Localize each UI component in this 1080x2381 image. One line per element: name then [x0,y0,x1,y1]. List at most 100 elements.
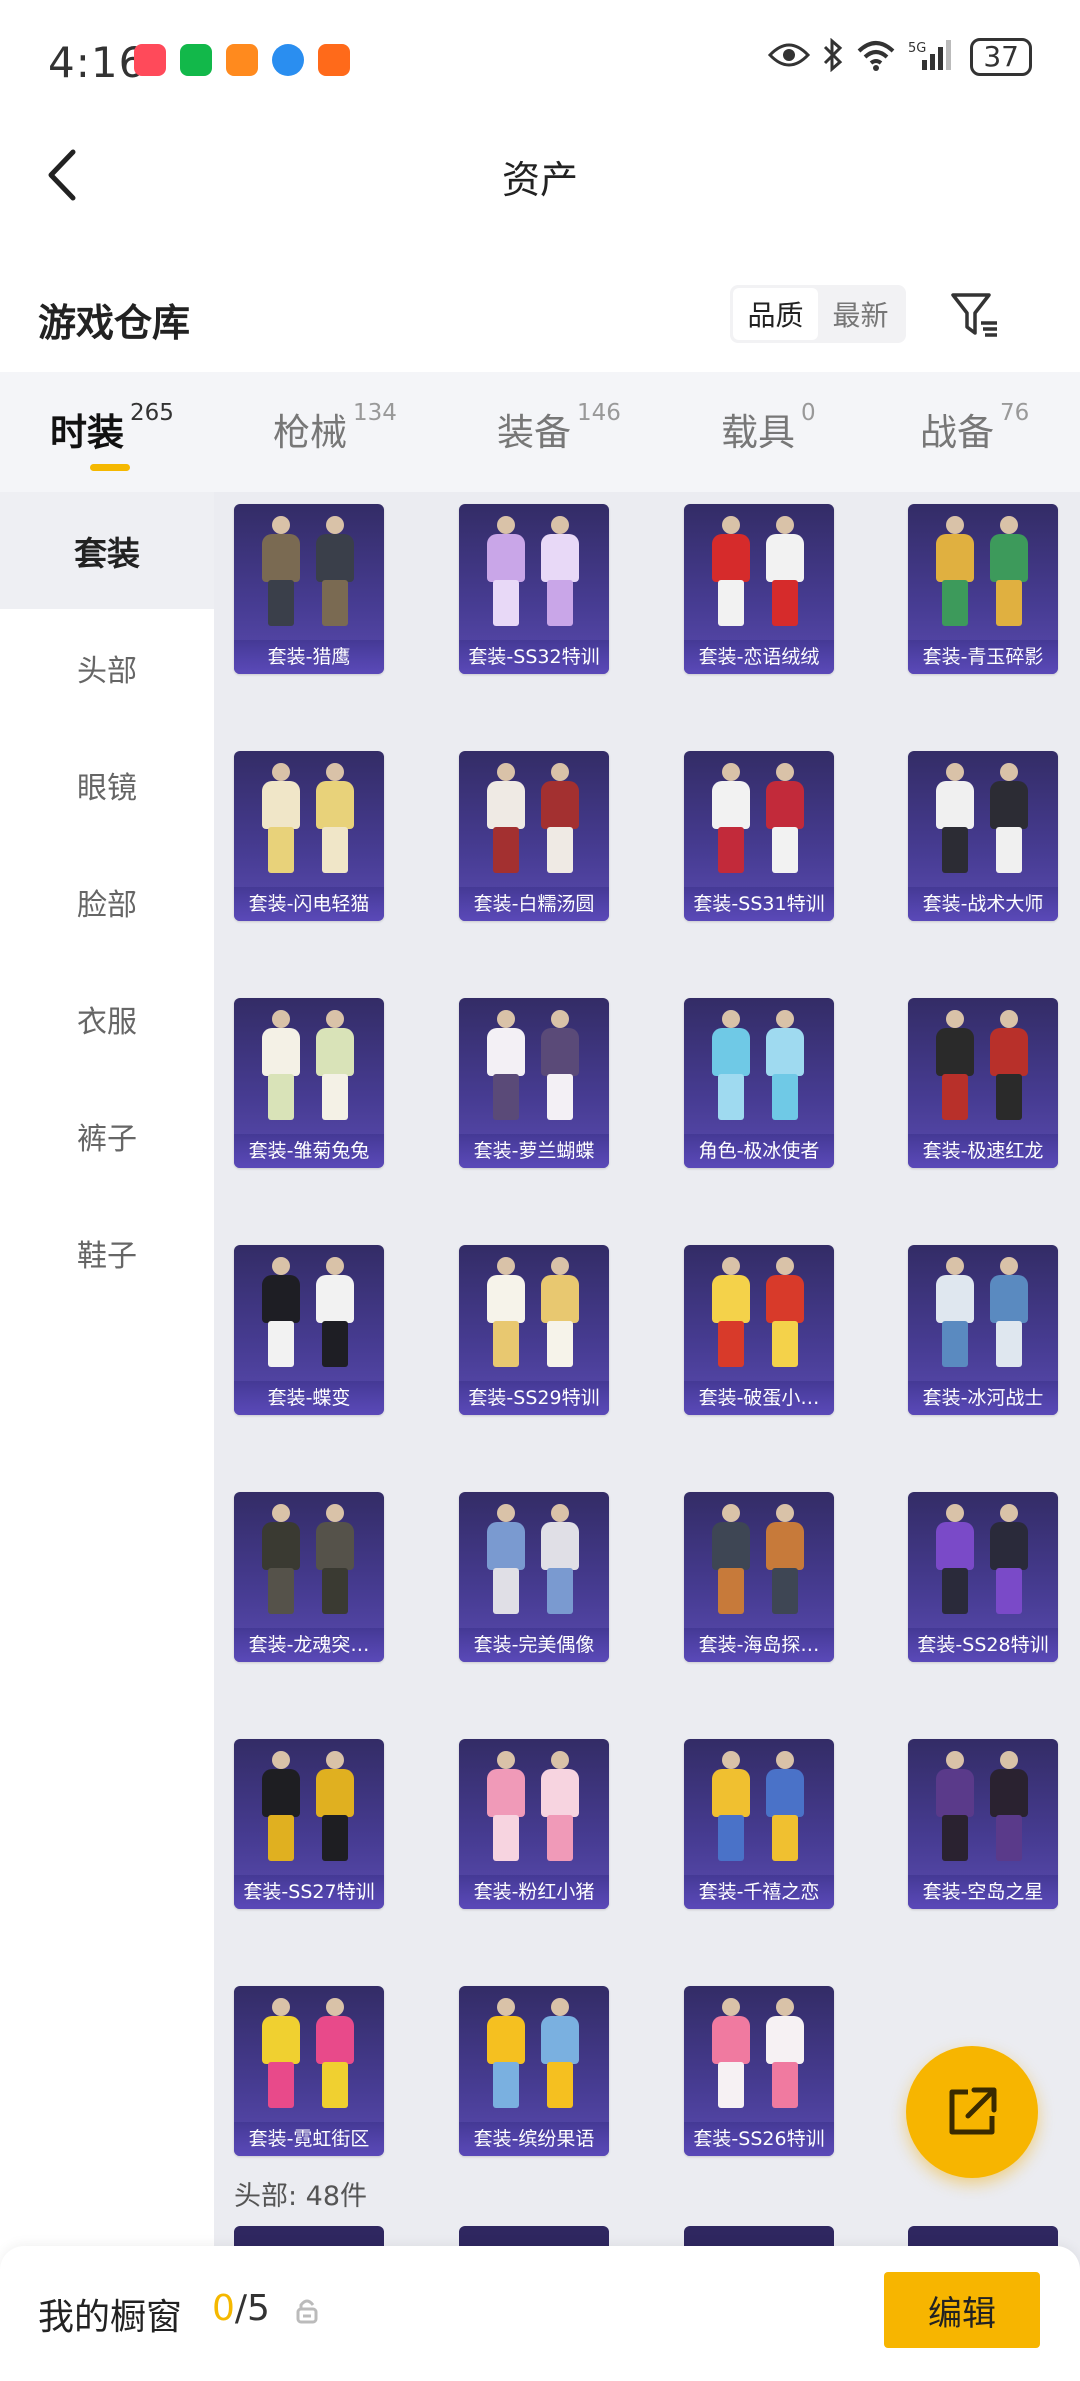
sidebar-item-head[interactable]: 头部 [0,609,214,726]
figure-legs [718,2062,744,2108]
item-card[interactable]: 套装-白糯汤圆 [459,751,609,921]
figure-legs [268,2062,294,2108]
item-card-peek[interactable] [684,2226,834,2246]
filter-button[interactable] [944,284,1006,346]
item-label: 套装-雏菊兔兔 [234,1134,384,1168]
figure-body [262,534,300,582]
figure-head [497,1504,515,1522]
item-card[interactable]: 套装-破蛋小… [684,1245,834,1415]
figure-legs [996,1074,1022,1120]
sort-toggle: 品质 最新 [730,285,906,343]
outfit-figure [986,1751,1032,1863]
figure-head [776,1010,794,1028]
item-card[interactable]: 角色-极冰使者 [684,998,834,1168]
section-title: 游戏仓库 [38,301,191,345]
outfit-figure [258,1504,304,1616]
item-card[interactable]: 套装-龙魂突… [234,1492,384,1662]
sidebar-item-pants[interactable]: 裤子 [0,1077,214,1194]
outfit-figure [537,1257,583,1369]
status-time: 4:16 [48,38,147,87]
figure-head [1000,1010,1018,1028]
tab-equipment[interactable]: 装备 146 [497,400,621,456]
figure-body [541,1275,579,1323]
item-card[interactable]: 套装-完美偶像 [459,1492,609,1662]
share-button[interactable] [906,2046,1038,2178]
tab-label: 枪械 [273,411,347,454]
item-card[interactable]: 套装-闪电轻猫 [234,751,384,921]
figure-head [326,516,344,534]
item-card[interactable]: 套装-蝶变 [234,1245,384,1415]
filter-icon [951,293,997,337]
figure-head [946,1257,964,1275]
figure-head [326,1504,344,1522]
figure-body [541,1522,579,1570]
sidebar-item-glasses[interactable]: 眼镜 [0,726,214,843]
sidebar-item-face[interactable]: 脸部 [0,843,214,960]
figure-body [936,534,974,582]
item-card[interactable]: 套装-SS29特训 [459,1245,609,1415]
figure-body [262,781,300,829]
figure-legs [942,827,968,873]
item-card[interactable]: 套装-缤纷果语 [459,1986,609,2156]
item-card[interactable]: 套装-SS27特训 [234,1739,384,1909]
item-card-peek[interactable] [908,2226,1058,2246]
tab-supplies[interactable]: 战备 76 [920,400,1029,456]
tab-vehicles[interactable]: 载具 0 [721,400,816,456]
outfit-figure [258,516,304,628]
item-card[interactable]: 套装-SS31特训 [684,751,834,921]
tab-guns[interactable]: 枪械 134 [273,400,397,456]
item-card[interactable]: 套装-海岛探… [684,1492,834,1662]
notification-icons [134,44,350,76]
item-card[interactable]: 套装-青玉碎影 [908,504,1058,674]
sidebar-item-clothes[interactable]: 衣服 [0,960,214,1077]
outfit-figure [708,516,754,628]
figure-head [551,1751,569,1769]
figure-head [497,1010,515,1028]
game-app-icon [226,44,258,76]
item-card[interactable]: 套装-SS26特训 [684,1986,834,2156]
sort-quality-button[interactable]: 品质 [733,288,818,340]
sidebar-item-outfit[interactable]: 套装 [0,492,214,609]
figure-body [487,1522,525,1570]
item-card-peek[interactable] [234,2226,384,2246]
item-card[interactable]: 套装-猎鹰 [234,504,384,674]
figure-head [551,516,569,534]
item-card[interactable]: 套装-萝兰蝴蝶 [459,998,609,1168]
sort-newest-button[interactable]: 最新 [818,288,903,340]
status-bar: 4:16 5G 37 [0,0,1080,125]
tab-fashion[interactable]: 时装 265 [50,400,174,456]
item-card[interactable]: 套装-恋语绒绒 [684,504,834,674]
figure-head [946,516,964,534]
item-card[interactable]: 套装-冰河战士 [908,1245,1058,1415]
sidebar-item-shoes[interactable]: 鞋子 [0,1194,214,1311]
figure-body [766,1769,804,1817]
figure-head [497,1751,515,1769]
outfit-figure [708,763,754,875]
item-card[interactable]: 套装-极速红龙 [908,998,1058,1168]
item-card[interactable]: 套装-空岛之星 [908,1739,1058,1909]
item-card[interactable]: 套装-霓虹街区 [234,1986,384,2156]
item-card[interactable]: 套装-SS32特训 [459,504,609,674]
figure-head [551,1504,569,1522]
wechat-app-icon [180,44,212,76]
tab-count: 146 [577,400,621,426]
item-card[interactable]: 套装-千禧之恋 [684,1739,834,1909]
item-card[interactable]: 套装-战术大师 [908,751,1058,921]
figure-legs [547,1568,573,1614]
showcase-label: 我的橱窗 [38,2297,183,2338]
outfit-figure [537,1751,583,1863]
figure-body [487,781,525,829]
figure-body [936,1522,974,1570]
item-label: 套装-海岛探… [684,1628,834,1662]
figure-head [722,1504,740,1522]
edit-button[interactable]: 编辑 [884,2272,1040,2348]
outfit-figure [483,1010,529,1122]
figure-body [262,1769,300,1817]
item-label: 套装-闪电轻猫 [234,887,384,921]
item-card-peek[interactable] [459,2226,609,2246]
item-card[interactable]: 套装-粉红小猪 [459,1739,609,1909]
item-label: 套装-SS32特训 [459,640,609,674]
figure-legs [493,1321,519,1367]
item-card[interactable]: 套装-雏菊兔兔 [234,998,384,1168]
item-card[interactable]: 套装-SS28特训 [908,1492,1058,1662]
